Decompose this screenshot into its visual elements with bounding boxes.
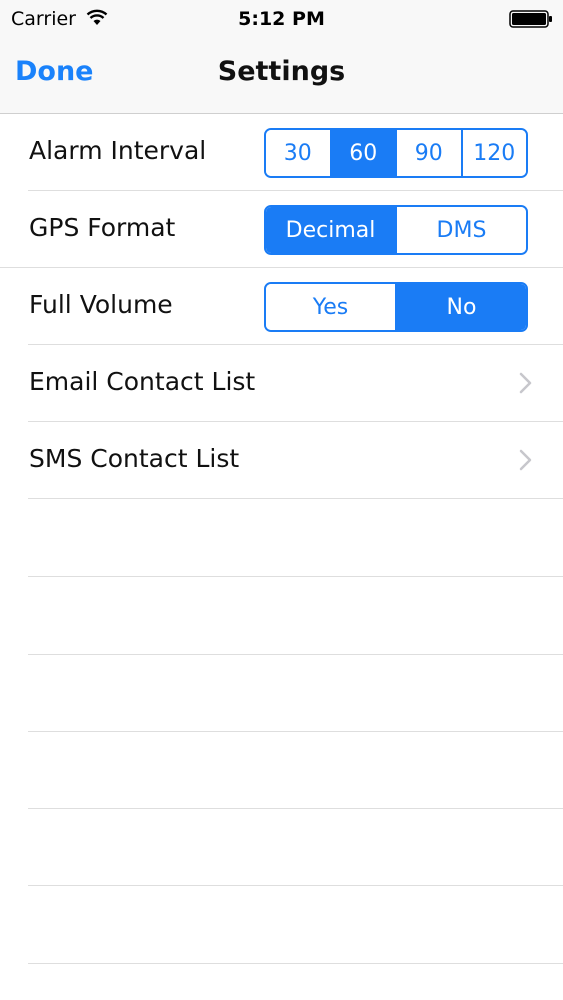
email-contact-list-row[interactable]: Email Contact List (0, 345, 563, 422)
gps-format-row: GPS Format Decimal DMS (0, 191, 563, 268)
full-volume-label: Full Volume (29, 290, 173, 319)
sms-contact-list-row[interactable]: SMS Contact List (0, 422, 563, 499)
status-time: 5:12 PM (238, 8, 325, 30)
alarm-interval-option-60[interactable]: 60 (329, 130, 395, 176)
full-volume-option-no[interactable]: No (395, 284, 526, 330)
battery-icon (509, 10, 553, 32)
page-title: Settings (217, 56, 346, 87)
gps-format-option-dms[interactable]: DMS (395, 207, 526, 253)
email-contact-list-label: Email Contact List (29, 367, 256, 396)
empty-row-divider (28, 576, 563, 577)
navigation-bar: Done Settings (0, 38, 563, 114)
chevron-right-icon (519, 449, 533, 475)
alarm-interval-row: Alarm Interval 30 60 90 120 (0, 114, 563, 191)
empty-row-divider (28, 963, 563, 964)
full-volume-row: Full Volume Yes No (0, 268, 563, 345)
empty-row-divider (28, 885, 563, 886)
empty-row-divider (28, 808, 563, 809)
gps-format-segmented-control: Decimal DMS (264, 205, 528, 255)
empty-row-divider (28, 654, 563, 655)
alarm-interval-option-30[interactable]: 30 (266, 130, 330, 176)
chevron-right-icon (519, 372, 533, 398)
sms-contact-list-label: SMS Contact List (29, 444, 240, 473)
alarm-interval-label: Alarm Interval (29, 136, 207, 165)
row-divider (28, 498, 563, 499)
alarm-interval-segmented-control: 30 60 90 120 (264, 128, 528, 178)
gps-format-label: GPS Format (29, 213, 176, 242)
gps-format-option-decimal[interactable]: Decimal (266, 207, 395, 253)
alarm-interval-option-120[interactable]: 120 (460, 130, 526, 176)
empty-row-divider (28, 731, 563, 732)
full-volume-option-yes[interactable]: Yes (266, 284, 395, 330)
status-bar: Carrier 5:12 PM (0, 0, 563, 38)
full-volume-segmented-control: Yes No (264, 282, 528, 332)
alarm-interval-option-90[interactable]: 90 (395, 130, 461, 176)
